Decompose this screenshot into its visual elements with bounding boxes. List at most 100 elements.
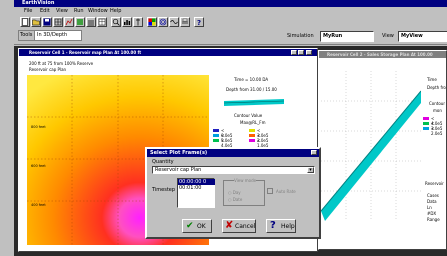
- svg-text:?: ?: [197, 19, 201, 26]
- menu-view[interactable]: View: [56, 8, 68, 14]
- dialog-close-button[interactable]: [311, 150, 317, 155]
- left-legend: < 0.0e5 < 5.0e5 < 4.0e5 < 3.0e5 < 2.0e5 …: [213, 128, 303, 148]
- toolbar: ? Tools In 3D/Depth Simulation MyRun Vie…: [14, 15, 447, 45]
- well-trajectory-edge: [321, 90, 421, 212]
- menu-edit[interactable]: Edit: [40, 8, 50, 14]
- ok-label: OK: [197, 223, 206, 230]
- radio-day[interactable]: ○ Day: [228, 190, 241, 195]
- right-stat-dx: #DX: [427, 211, 437, 216]
- maximize-button[interactable]: [298, 50, 304, 55]
- left-subtitle-1: 200 ft at 75 from 100% Reserve: [29, 61, 94, 66]
- layers-icon[interactable]: [86, 17, 96, 27]
- legend-swatch: [249, 139, 255, 142]
- menu-help[interactable]: Help: [110, 8, 121, 14]
- wave-icon[interactable]: [169, 17, 179, 27]
- y-tick-800: 800 feet: [31, 125, 46, 129]
- left-time-label: Time = 10.00 DA: [234, 77, 269, 82]
- dialog-title-bar: Select Plot Frame(s): [147, 149, 319, 157]
- timestep-item[interactable]: 00:01:00: [178, 185, 215, 191]
- quantity-select[interactable]: Reservoir cap Plan ▾: [152, 166, 315, 174]
- simulation-field[interactable]: MyRun: [320, 31, 374, 42]
- chart-icon[interactable]: [122, 17, 132, 27]
- cancel-button[interactable]: ✘ Cancel: [222, 219, 256, 233]
- new-icon[interactable]: [20, 17, 30, 27]
- right-legend: < 4.0e5 < 3.0e5 < 2.0e5: [423, 116, 447, 139]
- right-plot-area: [321, 71, 421, 221]
- menu-run[interactable]: Run: [74, 8, 84, 14]
- right-plot-window: Reservoir Cell 2 - Sales Storage Plan At…: [318, 50, 447, 250]
- zoom-icon[interactable]: [111, 17, 121, 27]
- right-stat-range: Range: [427, 217, 440, 222]
- well-icon[interactable]: [133, 17, 143, 27]
- contour-icon[interactable]: [158, 17, 168, 27]
- view-mode-group: View mode ○ Day ○ Date: [223, 178, 265, 206]
- tool-tab-depth[interactable]: In 3D/Depth: [34, 30, 82, 41]
- legend-label: < 2.0e5: [431, 126, 443, 136]
- menu-file[interactable]: File: [24, 8, 32, 14]
- auto-rate-label: Auto Rate: [276, 189, 296, 194]
- legend-swatch: [423, 117, 429, 120]
- y-tick-400: 400 feet: [31, 203, 46, 207]
- app-title: EarthVision: [22, 0, 55, 6]
- quantity-label: Quantity: [152, 159, 174, 165]
- right-time-label: Time: [427, 77, 437, 82]
- left-subtitle-2: Reservoir cap Plan: [29, 67, 67, 72]
- tool-tab-tools[interactable]: Tools: [18, 30, 35, 41]
- check-icon: ✔: [186, 221, 194, 231]
- legend-swatch: [249, 129, 255, 132]
- left-depth-label: Depth from 31.00 / 15.00: [226, 87, 277, 92]
- view-field[interactable]: MyView: [398, 31, 447, 42]
- minimize-button[interactable]: [291, 50, 297, 55]
- left-contour-sub: Max@RL_Fm: [240, 120, 266, 125]
- timestep-list[interactable]: 00:00:00 0 00:01:00: [177, 178, 215, 208]
- help-icon[interactable]: ?: [194, 17, 204, 27]
- menu-bar: File Edit View Run Window Help: [14, 7, 447, 15]
- help-label: Help: [281, 223, 295, 230]
- left-window-title: Reservoir Cell 1 - Reservoir map Plan At…: [29, 50, 142, 55]
- menu-window[interactable]: Window: [88, 8, 108, 14]
- chevron-down-icon[interactable]: ▾: [307, 167, 314, 173]
- open-icon[interactable]: [31, 17, 41, 27]
- dialog-title: Select Plot Frame(s): [150, 150, 208, 156]
- simulation-label: Simulation: [287, 33, 314, 39]
- right-window-title: Reservoir Cell 2 - Sales Storage Plan At…: [327, 52, 433, 57]
- right-window-title-bar: Reservoir Cell 2 - Sales Storage Plan At…: [319, 51, 446, 58]
- right-stats-title: Reservoir: [425, 181, 444, 186]
- legend-swatch: [423, 122, 429, 125]
- radio-date-label: Date: [232, 197, 243, 202]
- right-stat-data: Data: [427, 199, 437, 204]
- right-contour-sub: mon: [433, 108, 442, 113]
- legend-swatch: [213, 139, 219, 142]
- right-stat-cases: Cases: [427, 193, 439, 198]
- table-icon[interactable]: [97, 17, 107, 27]
- map-icon[interactable]: [75, 17, 85, 27]
- y-tick-600: 600 feet: [31, 164, 46, 168]
- left-window-title-bar: Reservoir Cell 1 - Reservoir map Plan At…: [19, 49, 317, 56]
- view-mode-label: View mode: [234, 178, 257, 183]
- color-icon[interactable]: [147, 17, 157, 27]
- timestep-label: Timestep: [152, 187, 176, 193]
- help-button[interactable]: ? Help: [266, 219, 296, 233]
- legend-swatch: [423, 127, 429, 130]
- print-icon[interactable]: [180, 17, 190, 27]
- legend-swatch: [249, 134, 255, 137]
- grid-icon[interactable]: [53, 17, 63, 27]
- save-icon[interactable]: [42, 17, 52, 27]
- ok-button[interactable]: ✔ OK: [182, 219, 212, 233]
- right-contour-title: Contour: [429, 101, 445, 106]
- question-icon: ?: [270, 220, 276, 231]
- plot-icon[interactable]: [64, 17, 74, 27]
- legend-swatch: [213, 134, 219, 137]
- x-icon: ✘: [225, 220, 234, 231]
- radio-day-label: Day: [232, 190, 241, 195]
- auto-rate-checkbox[interactable]: [267, 188, 273, 194]
- cancel-label: Cancel: [235, 223, 256, 230]
- close-button[interactable]: [306, 50, 312, 55]
- select-plot-frames-dialog: Select Plot Frame(s) Quantity Reservoir …: [145, 147, 321, 239]
- depth-scale-band: [224, 99, 284, 106]
- app-title-bar: EarthVision: [14, 0, 447, 7]
- right-stat-ln: Ln: [427, 205, 432, 210]
- view-label: View: [382, 33, 394, 39]
- radio-date[interactable]: ○ Date: [228, 197, 242, 202]
- right-depth-label: Depth fro: [427, 85, 446, 90]
